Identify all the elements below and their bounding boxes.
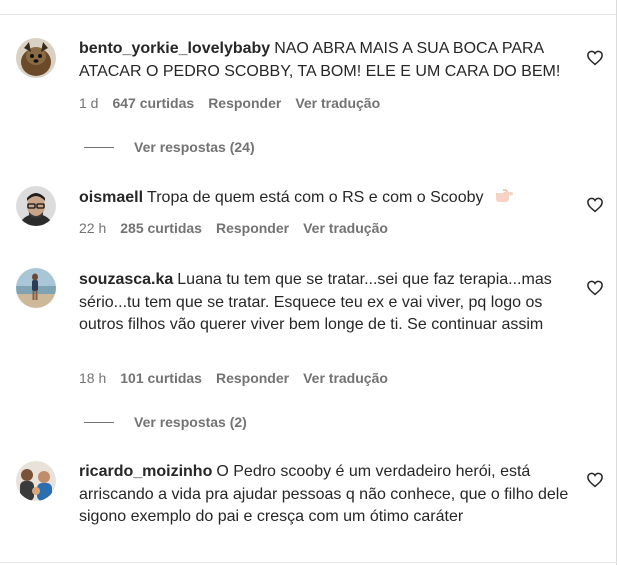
comment-username[interactable]: souzasca.ka	[79, 271, 173, 288]
comment-meta: 18 h 101 curtidas Responder Ver tradução	[79, 370, 388, 386]
heart-outline-icon[interactable]	[586, 279, 604, 297]
heart-outline-icon[interactable]	[586, 196, 604, 214]
pointing-hand-emoji	[495, 189, 513, 202]
heart-outline-icon[interactable]	[586, 49, 604, 67]
comment-time[interactable]: 18 h	[79, 370, 106, 386]
comment-body: bento_yorkie_lovelybaby NAO ABRA MAIS A S…	[79, 38, 579, 83]
yorkie-dog-avatar[interactable]	[16, 38, 56, 78]
beach-person-avatar[interactable]	[16, 268, 56, 308]
comment-likes[interactable]: 101 curtidas	[120, 370, 202, 386]
reply-button[interactable]: Responder	[216, 370, 289, 386]
comment-meta: 1 d 647 curtidas Responder Ver tradução	[79, 95, 380, 111]
comment-time[interactable]: 22 h	[79, 220, 106, 236]
bottom-divider	[0, 562, 617, 563]
view-replies-label: Ver respostas (2)	[134, 414, 247, 430]
top-divider	[0, 14, 616, 15]
translate-button[interactable]: Ver tradução	[303, 220, 388, 236]
translate-button[interactable]: Ver tradução	[295, 95, 380, 111]
man-with-glasses-avatar[interactable]	[16, 186, 56, 226]
comment-username[interactable]: oismaell	[79, 189, 143, 206]
reply-button[interactable]: Responder	[216, 220, 289, 236]
view-replies-button[interactable]: Ver respostas (2)	[84, 414, 247, 430]
comment-username[interactable]: bento_yorkie_lovelybaby	[79, 40, 270, 57]
view-replies-button[interactable]: Ver respostas (24)	[84, 139, 255, 155]
group-photo-avatar[interactable]	[16, 461, 56, 501]
replies-dash	[84, 146, 114, 148]
comment-likes[interactable]: 285 curtidas	[120, 220, 202, 236]
comment-username[interactable]: ricardo_moizinho	[79, 463, 212, 480]
reply-button[interactable]: Responder	[208, 95, 281, 111]
comment-likes[interactable]: 647 curtidas	[112, 95, 194, 111]
comment-time[interactable]: 1 d	[79, 95, 98, 111]
comment-body: souzasca.ka Luana tu tem que se tratar...…	[79, 269, 574, 337]
comment-text: Tropa de quem está com o RS e com o Scoo…	[147, 189, 484, 206]
replies-dash	[84, 421, 114, 423]
view-replies-label: Ver respostas (24)	[134, 139, 255, 155]
comment-body: ricardo_moizinho O Pedro scooby é um verd…	[79, 461, 574, 529]
translate-button[interactable]: Ver tradução	[303, 370, 388, 386]
heart-outline-icon[interactable]	[586, 471, 604, 489]
comment-body: oismaell Tropa de quem está com o RS e co…	[79, 187, 579, 210]
comment-meta: 22 h 285 curtidas Responder Ver tradução	[79, 220, 388, 236]
